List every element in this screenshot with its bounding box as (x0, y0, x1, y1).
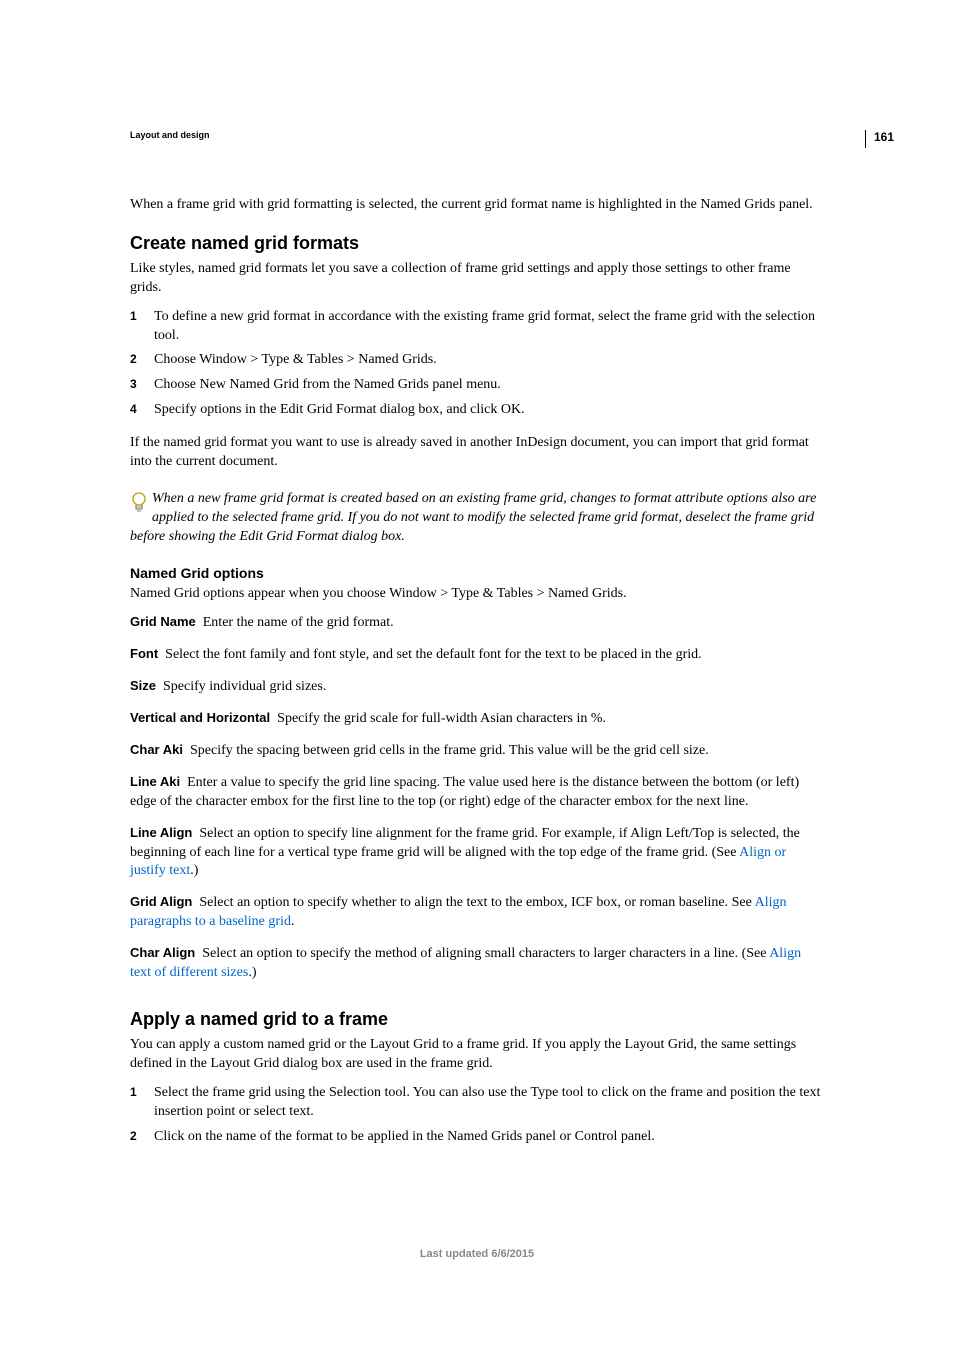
def-term: Line Align (130, 825, 192, 840)
def-text-before: Select an option to specify the method o… (202, 946, 769, 961)
step-number: 2 (130, 1128, 137, 1144)
step-text: Choose Window > Type & Tables > Named Gr… (154, 352, 437, 367)
heading-create-named-grid-formats: Create named grid formats (130, 233, 824, 254)
def-text: Specify the spacing between grid cells i… (190, 743, 709, 758)
step-number: 4 (130, 401, 137, 417)
list-item: 2 Choose Window > Type & Tables > Named G… (130, 351, 824, 370)
def-char-aki: Char Aki Specify the spacing between gri… (130, 741, 824, 761)
steps-apply: 1 Select the frame grid using the Selecti… (130, 1084, 824, 1147)
def-text: Enter the name of the grid format. (203, 615, 394, 630)
page-number: 161 (865, 130, 894, 148)
step-text: To define a new grid format in accordanc… (154, 309, 815, 343)
def-term: Vertical and Horizontal (130, 710, 270, 725)
def-text-after: .) (190, 863, 198, 878)
def-term: Font (130, 646, 158, 661)
def-text-before: Select an option to specify whether to a… (199, 895, 754, 910)
def-line-aki: Line Aki Enter a value to specify the gr… (130, 773, 824, 812)
step-number: 2 (130, 351, 137, 367)
create-intro: Like styles, named grid formats let you … (130, 260, 824, 298)
def-font: Font Select the font family and font sty… (130, 645, 824, 665)
tip-text: When a new frame grid format is created … (130, 491, 816, 544)
def-text: Specify individual grid sizes. (163, 679, 326, 694)
def-grid-name: Grid Name Enter the name of the grid for… (130, 613, 824, 633)
section-header: Layout and design (130, 130, 824, 140)
list-item: 1 To define a new grid format in accordan… (130, 308, 824, 346)
def-term: Size (130, 678, 156, 693)
list-item: 2 Click on the name of the format to be a… (130, 1128, 824, 1147)
def-grid-align: Grid Align Select an option to specify w… (130, 893, 824, 932)
def-line-align: Line Align Select an option to specify l… (130, 824, 824, 882)
def-text: Specify the grid scale for full-width As… (277, 711, 606, 726)
step-text: Click on the name of the format to be ap… (154, 1129, 655, 1144)
apply-intro: You can apply a custom named grid or the… (130, 1036, 824, 1074)
list-item: 1 Select the frame grid using the Selecti… (130, 1084, 824, 1122)
heading-named-grid-options: Named Grid options (130, 565, 824, 581)
def-term: Grid Align (130, 894, 192, 909)
step-number: 3 (130, 376, 137, 392)
step-number: 1 (130, 308, 137, 324)
def-term: Char Align (130, 945, 195, 960)
options-intro: Named Grid options appear when you choos… (130, 585, 824, 604)
def-text-before: Select an option to specify line alignme… (130, 826, 800, 860)
heading-apply-named-grid: Apply a named grid to a frame (130, 1009, 824, 1030)
def-text: Enter a value to specify the grid line s… (130, 775, 799, 809)
def-term: Grid Name (130, 614, 196, 629)
def-term: Line Aki (130, 774, 180, 789)
footer-last-updated: Last updated 6/6/2015 (0, 1248, 954, 1260)
list-item: 3 Choose New Named Grid from the Named Gr… (130, 376, 824, 395)
tip-block: When a new frame grid format is created … (130, 490, 824, 547)
def-text-after: . (291, 914, 295, 929)
step-number: 1 (130, 1084, 137, 1100)
step-text: Select the frame grid using the Selectio… (154, 1085, 820, 1119)
step-text: Specify options in the Edit Grid Format … (154, 402, 525, 417)
steps-create: 1 To define a new grid format in accordan… (130, 308, 824, 420)
intro-paragraph: When a frame grid with grid formatting i… (130, 196, 824, 215)
lightbulb-icon (130, 492, 148, 521)
step-text: Choose New Named Grid from the Named Gri… (154, 377, 501, 392)
def-vertical-horizontal: Vertical and Horizontal Specify the grid… (130, 709, 824, 729)
def-char-align: Char Align Select an option to specify t… (130, 944, 824, 983)
def-term: Char Aki (130, 742, 183, 757)
create-post-paragraph: If the named grid format you want to use… (130, 434, 824, 472)
def-text: Select the font family and font style, a… (165, 647, 702, 662)
def-text-after: .) (248, 965, 256, 980)
list-item: 4 Specify options in the Edit Grid Format… (130, 401, 824, 420)
def-size: Size Specify individual grid sizes. (130, 677, 824, 697)
